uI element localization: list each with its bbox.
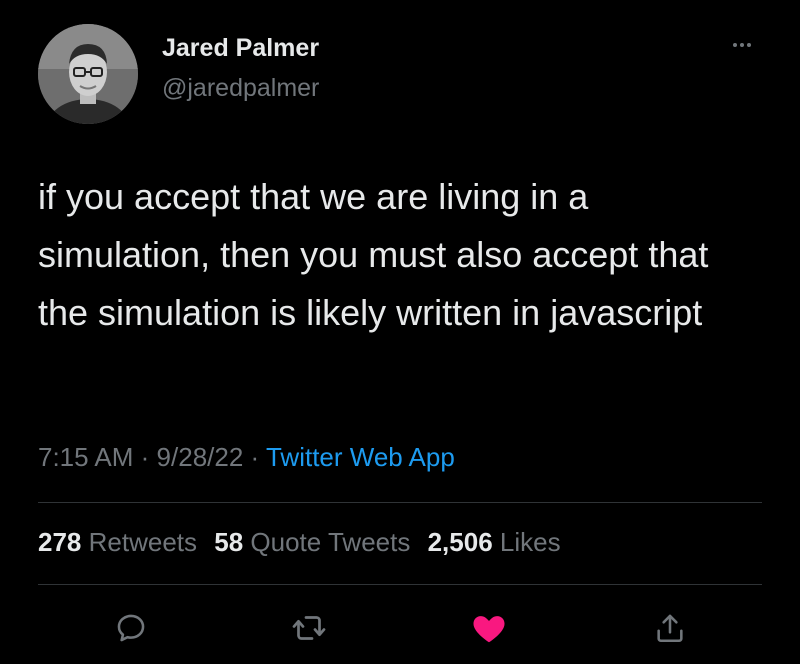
tweet-source-link[interactable]: Twitter Web App: [266, 442, 455, 472]
tweet-time[interactable]: 7:15 AM: [38, 442, 133, 472]
quotes-count: 58: [214, 527, 244, 557]
avatar[interactable]: [38, 24, 138, 124]
like-button[interactable]: [469, 608, 509, 648]
tweet-date[interactable]: 9/28/22: [157, 442, 244, 472]
likes-label: Likes: [499, 527, 561, 557]
divider: [38, 502, 762, 503]
retweets-stat[interactable]: 278 Retweets: [38, 527, 197, 557]
share-button[interactable]: [650, 608, 690, 648]
tweet-text: if you accept that we are living in a si…: [38, 176, 709, 333]
heart-icon: [473, 616, 505, 643]
retweet-button[interactable]: [289, 608, 329, 648]
more-options-icon[interactable]: [724, 34, 760, 56]
author-handle[interactable]: @jaredpalmer: [162, 74, 319, 103]
author-name[interactable]: Jared Palmer: [162, 34, 319, 63]
retweets-count: 278: [38, 527, 82, 557]
tweet-stats: 278 Retweets 58 Quote Tweets 2,506 Likes: [38, 527, 561, 558]
divider: [38, 584, 762, 585]
retweet-icon: [292, 616, 326, 640]
quote-tweets-stat[interactable]: 58 Quote Tweets: [214, 527, 410, 557]
likes-count: 2,506: [427, 527, 493, 557]
tweet-meta: 7:15 AM · 9/28/22 · Twitter Web App: [38, 442, 455, 473]
meta-separator: ·: [250, 442, 260, 472]
likes-stat[interactable]: 2,506 Likes: [428, 527, 561, 557]
quotes-label: Quote Tweets: [250, 527, 411, 557]
reply-icon: [117, 614, 145, 642]
meta-separator: ·: [140, 442, 150, 472]
retweets-label: Retweets: [88, 527, 198, 557]
action-bar: [0, 608, 800, 648]
reply-button[interactable]: [111, 608, 151, 648]
share-icon: [657, 614, 683, 643]
